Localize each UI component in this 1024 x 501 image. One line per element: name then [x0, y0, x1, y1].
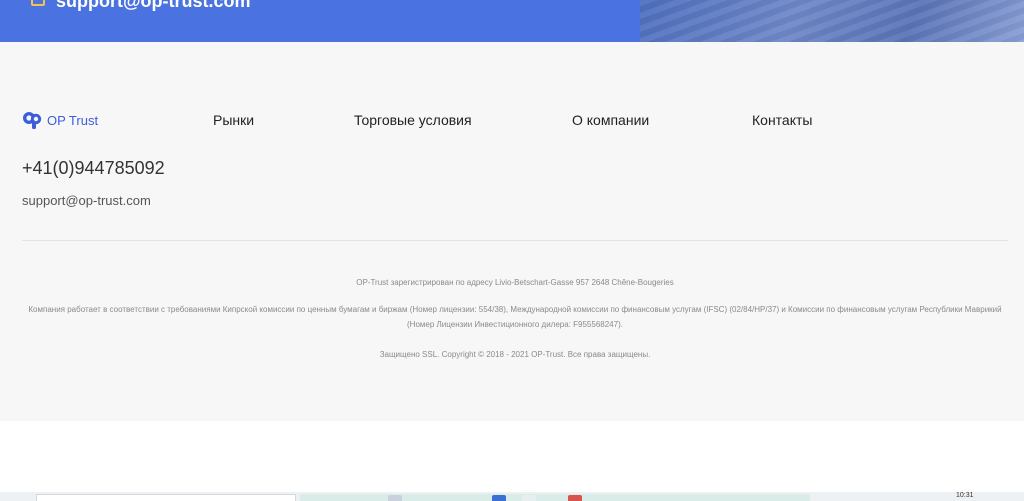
op-trust-logo-icon [23, 112, 42, 129]
taskbar-app-icon[interactable] [492, 495, 506, 501]
taskbar-search-box[interactable] [36, 494, 296, 501]
banner-background-image [640, 0, 1024, 42]
footer-phone[interactable]: +41(0)944785092 [22, 158, 165, 178]
taskbar-apps-area [300, 494, 810, 501]
contact-banner: support@op-trust.com [0, 0, 1024, 42]
footer-logo[interactable]: OP Trust [22, 110, 98, 130]
nav-about[interactable]: О компании [572, 112, 649, 128]
legal-address: OP-Trust зарегистрирован по адресу Livio… [356, 278, 674, 287]
taskbar-app-icon[interactable] [522, 495, 536, 501]
nav-contacts[interactable]: Контакты [752, 112, 812, 128]
nav-markets[interactable]: Рынки [213, 112, 254, 128]
logo-text: OP Trust [47, 112, 99, 128]
banner-email-link[interactable]: support@op-trust.com [56, 0, 251, 10]
taskbar-clock: 10:31 [956, 492, 974, 499]
mail-icon [31, 0, 45, 6]
footer-divider [22, 240, 1008, 241]
site-footer: OP Trust Рынки Торговые условия О компан… [0, 42, 1024, 421]
nav-trading-conditions[interactable]: Торговые условия [354, 112, 472, 128]
taskbar-app-icon[interactable] [388, 495, 402, 501]
footer-email[interactable]: support@op-trust.com [22, 193, 151, 209]
taskbar-app-icon[interactable] [568, 495, 582, 501]
legal-licenses: Компания работает в соответствии с требо… [28, 305, 1002, 329]
legal-copyright: Защищено SSL. Copyright © 2018 - 2021 OP… [379, 350, 651, 359]
